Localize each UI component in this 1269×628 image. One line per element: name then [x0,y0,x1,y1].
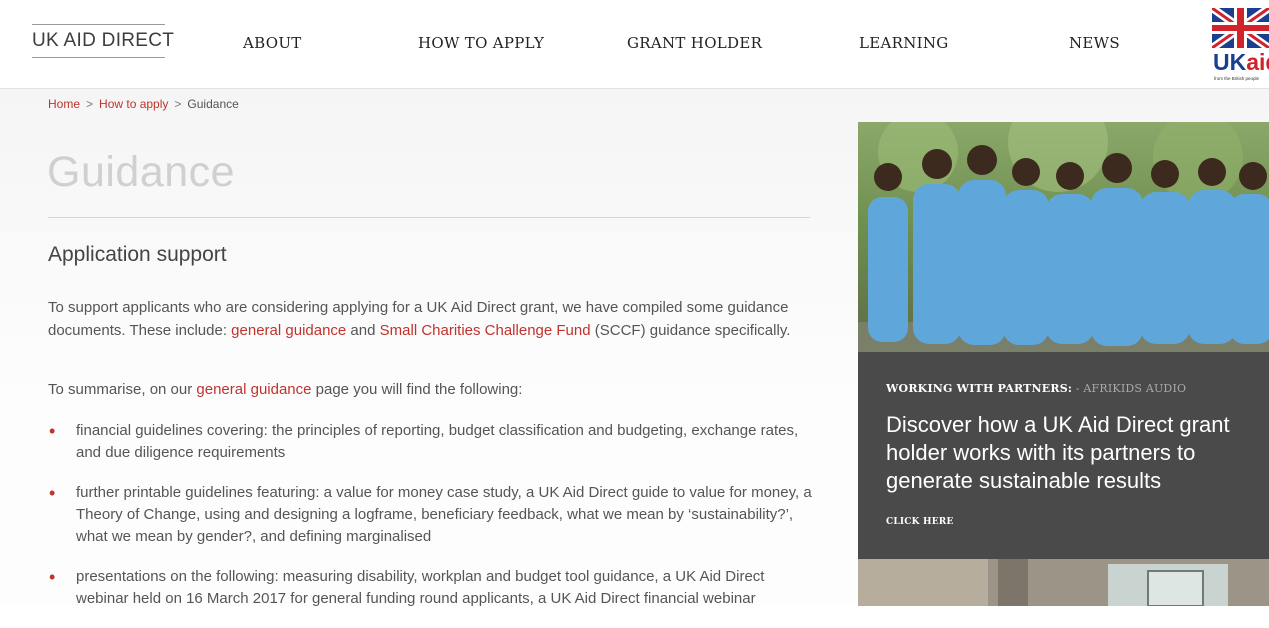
site-brand-link[interactable]: UK AID DIRECT [32,24,174,58]
nav-about[interactable]: ABOUT [243,34,302,52]
bullet-icon: • [49,567,56,587]
general-guidance-page-link[interactable]: general guidance [196,381,311,398]
click-here-link[interactable]: CLICK HERE [886,517,954,527]
list-item: • presentations on the following: measuri… [49,567,765,607]
list-item: • financial guidelines covering: the prin… [49,421,799,461]
bullet-icon: • [49,483,56,503]
building-photo-image [858,559,1269,606]
breadcrumb-how-to-apply[interactable]: How to apply [99,97,168,111]
section-title: Application support [48,243,227,266]
breadcrumb-separator: > [86,97,94,111]
nav-how-to-apply[interactable]: HOW TO APPLY [418,34,544,52]
sccf-link[interactable]: Small Charities Challenge Fund [380,322,591,339]
ukaid-wordmark: UKaid [1213,49,1269,75]
summary-paragraph: To summarise, on our general guidance pa… [48,381,523,398]
partners-photo[interactable] [858,122,1269,352]
nav-learning[interactable]: LEARNING [859,34,949,52]
ukaid-logo[interactable]: UKaid from the British people [1212,8,1269,88]
site-brand: UK AID DIRECT [32,30,175,51]
second-promo-photo[interactable] [858,559,1269,606]
title-divider [48,217,810,218]
breadcrumb-current: Guidance [187,97,239,111]
breadcrumb: Home > How to apply > Guidance [48,97,239,111]
union-jack-flag-icon [1212,8,1269,52]
page-title: Guidance [47,148,236,196]
breadcrumb-home[interactable]: Home [48,97,80,111]
nav-grant-holder[interactable]: GRANT HOLDER [627,34,762,52]
breadcrumb-separator: > [174,97,182,111]
bullet-icon: • [49,421,56,441]
promo-card: WORKING WITH PARTNERS: - AFRIKIDS AUDIO … [858,352,1269,559]
nav-news[interactable]: NEWS [1069,34,1120,52]
ukaid-tagline: from the British people [1214,76,1260,81]
list-item: • further printable guidelines featuring:… [49,483,812,545]
intro-paragraph: To support applicants who are considerin… [48,299,791,339]
promo-headline: Discover how a UK Aid Direct grant holde… [886,412,1230,493]
site-header: UK AID DIRECT ABOUT HOW TO APPLY GRANT H… [0,0,1269,89]
promo-kicker: WORKING WITH PARTNERS: - AFRIKIDS AUDIO [886,382,1187,395]
general-guidance-link[interactable]: general guidance [231,322,346,339]
group-photo-image [858,122,1269,352]
guidance-list: • financial guidelines covering: the prin… [48,420,818,628]
